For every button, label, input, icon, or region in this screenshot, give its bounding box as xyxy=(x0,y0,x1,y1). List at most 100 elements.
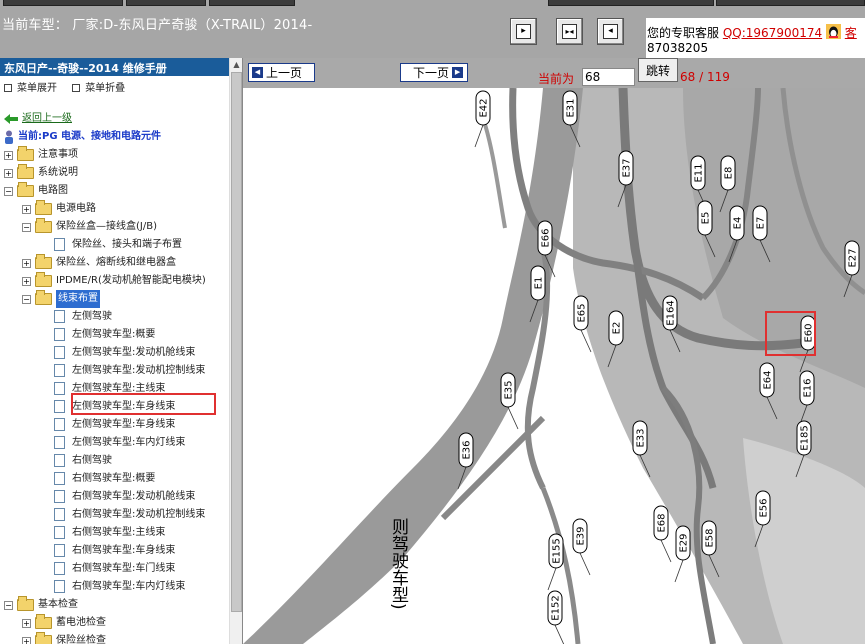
top-menu-button[interactable] xyxy=(548,0,714,6)
tree-item-label[interactable]: 保险丝、熔断线和继电器盒 xyxy=(56,254,176,272)
back-link-row[interactable]: 返回上一级 xyxy=(0,110,228,128)
tree-item-label[interactable]: 注意事项 xyxy=(38,146,78,164)
tree-item-label[interactable]: 右侧驾驶车型:发动机控制线束 xyxy=(72,506,205,524)
tree-item-label[interactable]: 右侧驾驶车型:车身线束 xyxy=(72,542,175,560)
expand-icon[interactable]: + xyxy=(4,151,13,160)
scroll-thumb[interactable] xyxy=(231,72,242,612)
connector-callout[interactable]: E5 xyxy=(697,200,713,236)
expand-icon[interactable]: + xyxy=(22,259,31,268)
next-page-button[interactable]: 下一页 ▶ xyxy=(400,63,468,82)
connector-callout[interactable]: E27 xyxy=(844,240,860,276)
collapse-menu-button[interactable]: 菜单折叠 xyxy=(72,83,125,94)
page-number-input[interactable] xyxy=(582,68,635,86)
connector-callout[interactable]: E58 xyxy=(701,520,717,556)
connector-callout[interactable]: E56 xyxy=(755,490,771,526)
tree-item[interactable]: + 蓄电池检查 xyxy=(0,614,228,632)
connector-callout[interactable]: E64 xyxy=(759,362,775,398)
connector-callout[interactable]: E185 xyxy=(796,420,812,456)
connector-callout[interactable]: E1 xyxy=(530,265,546,301)
tree-item-label[interactable]: 左侧驾驶车型:发动机舱线束 xyxy=(72,344,195,362)
connector-callout[interactable]: E68 xyxy=(653,505,669,541)
tree-item[interactable]: 右侧驾驶 xyxy=(0,452,228,470)
jump-button[interactable]: 跳转 xyxy=(638,58,678,82)
tree-item[interactable]: 右侧驾驶车型:主线束 xyxy=(0,524,228,542)
back-link[interactable]: 返回上一级 xyxy=(22,110,72,128)
tree-item[interactable]: − 线束布置 xyxy=(0,290,228,308)
top-menu-button[interactable] xyxy=(716,0,865,6)
tree-item-label[interactable]: 右侧驾驶车型:车内灯线束 xyxy=(72,578,185,596)
tree-item[interactable]: 保险丝、接头和端子布置 xyxy=(0,236,228,254)
tree-item[interactable]: − 基本检查 xyxy=(0,596,228,614)
top-menu-button[interactable] xyxy=(126,0,206,6)
tree-item-label[interactable]: 电路图 xyxy=(38,182,68,200)
scroll-up-icon[interactable]: ▲ xyxy=(230,58,242,71)
tree-item[interactable]: 右侧驾驶车型:发动机舱线束 xyxy=(0,488,228,506)
tree-item-label[interactable]: 左侧驾驶车型:车身线束 xyxy=(72,416,175,434)
tree-item-label[interactable]: 蓄电池检查 xyxy=(56,614,106,632)
tree-item[interactable]: 左侧驾驶车型:发动机舱线束 xyxy=(0,344,228,362)
connector-callout[interactable]: E8 xyxy=(720,155,736,191)
expand-menu-button[interactable]: 菜单展开 xyxy=(4,83,57,94)
qq-link[interactable]: QQ:1967900174 xyxy=(723,26,822,40)
tree-item-label[interactable]: 左侧驾驶 xyxy=(72,308,112,326)
connector-callout[interactable]: E11 xyxy=(690,155,706,191)
tree-item-label[interactable]: 线束布置 xyxy=(56,290,100,308)
tree-item[interactable]: + 保险丝、熔断线和继电器盒 xyxy=(0,254,228,272)
tree-item-label[interactable]: 右侧驾驶车型:主线束 xyxy=(72,524,165,542)
collapse-icon[interactable]: − xyxy=(4,187,13,196)
connector-callout[interactable]: E29 xyxy=(675,525,691,561)
tree-item-label[interactable]: 基本检查 xyxy=(38,596,78,614)
tree-item[interactable]: 左侧驾驶 xyxy=(0,308,228,326)
connector-callout[interactable]: E36 xyxy=(458,432,474,468)
tree-item-label[interactable]: IPDME/R(发动机舱智能配电模块) xyxy=(56,272,206,290)
connector-callout[interactable]: E35 xyxy=(500,372,516,408)
connector-callout[interactable]: E37 xyxy=(618,150,634,186)
tree-item-label[interactable]: 保险丝盒—接线盒(J/B) xyxy=(56,218,157,236)
tree-item[interactable]: + 保险丝检查 xyxy=(0,632,228,644)
connector-callout[interactable]: E2 xyxy=(608,310,624,346)
top-menu-button[interactable] xyxy=(3,0,123,6)
expand-icon[interactable]: + xyxy=(22,205,31,214)
collapse-icon[interactable]: − xyxy=(22,223,31,232)
top-menu-button[interactable] xyxy=(209,0,295,6)
connector-callout[interactable]: E16 xyxy=(799,370,815,406)
tree-item[interactable]: + 系统说明 xyxy=(0,164,228,182)
tree-item[interactable]: 左侧驾驶车型:发动机控制线束 xyxy=(0,362,228,380)
tree-item-label[interactable]: 右侧驾驶车型:概要 xyxy=(72,470,155,488)
first-page-button[interactable]: ▸ xyxy=(510,18,537,45)
fit-page-button[interactable]: ▸◂ xyxy=(556,18,583,45)
kefu-suffix-link[interactable]: 客 xyxy=(845,26,857,40)
tree-item-label[interactable]: 右侧驾驶 xyxy=(72,452,112,470)
tree-item[interactable]: 右侧驾驶车型:车身线束 xyxy=(0,542,228,560)
connector-callout[interactable]: E42 xyxy=(475,90,491,126)
connector-callout[interactable]: E164 xyxy=(662,295,678,331)
tree-item[interactable]: − 电路图 xyxy=(0,182,228,200)
prev-page-button[interactable]: ◀ 上一页 xyxy=(248,63,315,82)
connector-callout[interactable]: E152 xyxy=(547,590,563,626)
tree-item[interactable]: − 保险丝盒—接线盒(J/B) xyxy=(0,218,228,236)
connector-callout[interactable]: E155 xyxy=(548,533,564,569)
connector-callout[interactable]: E39 xyxy=(572,518,588,554)
expand-icon[interactable]: + xyxy=(4,169,13,178)
tree-item-label[interactable]: 系统说明 xyxy=(38,164,78,182)
tree-item[interactable]: 左侧驾驶车型:车内灯线束 xyxy=(0,434,228,452)
expand-icon[interactable]: + xyxy=(22,277,31,286)
connector-callout[interactable]: E33 xyxy=(632,420,648,456)
tree-item-label[interactable]: 左侧驾驶车型:车内灯线束 xyxy=(72,434,185,452)
tree-item[interactable]: 左侧驾驶车型:概要 xyxy=(0,326,228,344)
tree-item-label[interactable]: 左侧驾驶车型:发动机控制线束 xyxy=(72,362,205,380)
expand-icon[interactable]: + xyxy=(22,619,31,628)
tree-item-label[interactable]: 右侧驾驶车型:发动机舱线束 xyxy=(72,488,195,506)
connector-callout[interactable]: E7 xyxy=(752,205,768,241)
tree-item-label[interactable]: 左侧驾驶车型:概要 xyxy=(72,326,155,344)
collapse-icon[interactable]: − xyxy=(22,295,31,304)
tree-item-label[interactable]: 保险丝检查 xyxy=(56,632,106,644)
tree-item[interactable]: 右侧驾驶车型:发动机控制线束 xyxy=(0,506,228,524)
tree-item[interactable]: 左侧驾驶车型:车身线束 xyxy=(0,416,228,434)
connector-callout[interactable]: E31 xyxy=(562,90,578,126)
connector-callout[interactable]: E66 xyxy=(537,220,553,256)
expand-icon[interactable]: + xyxy=(22,637,31,644)
tree-item[interactable]: + IPDME/R(发动机舱智能配电模块) xyxy=(0,272,228,290)
tree-item[interactable]: + 电源电路 xyxy=(0,200,228,218)
tree-item[interactable]: 右侧驾驶车型:概要 xyxy=(0,470,228,488)
